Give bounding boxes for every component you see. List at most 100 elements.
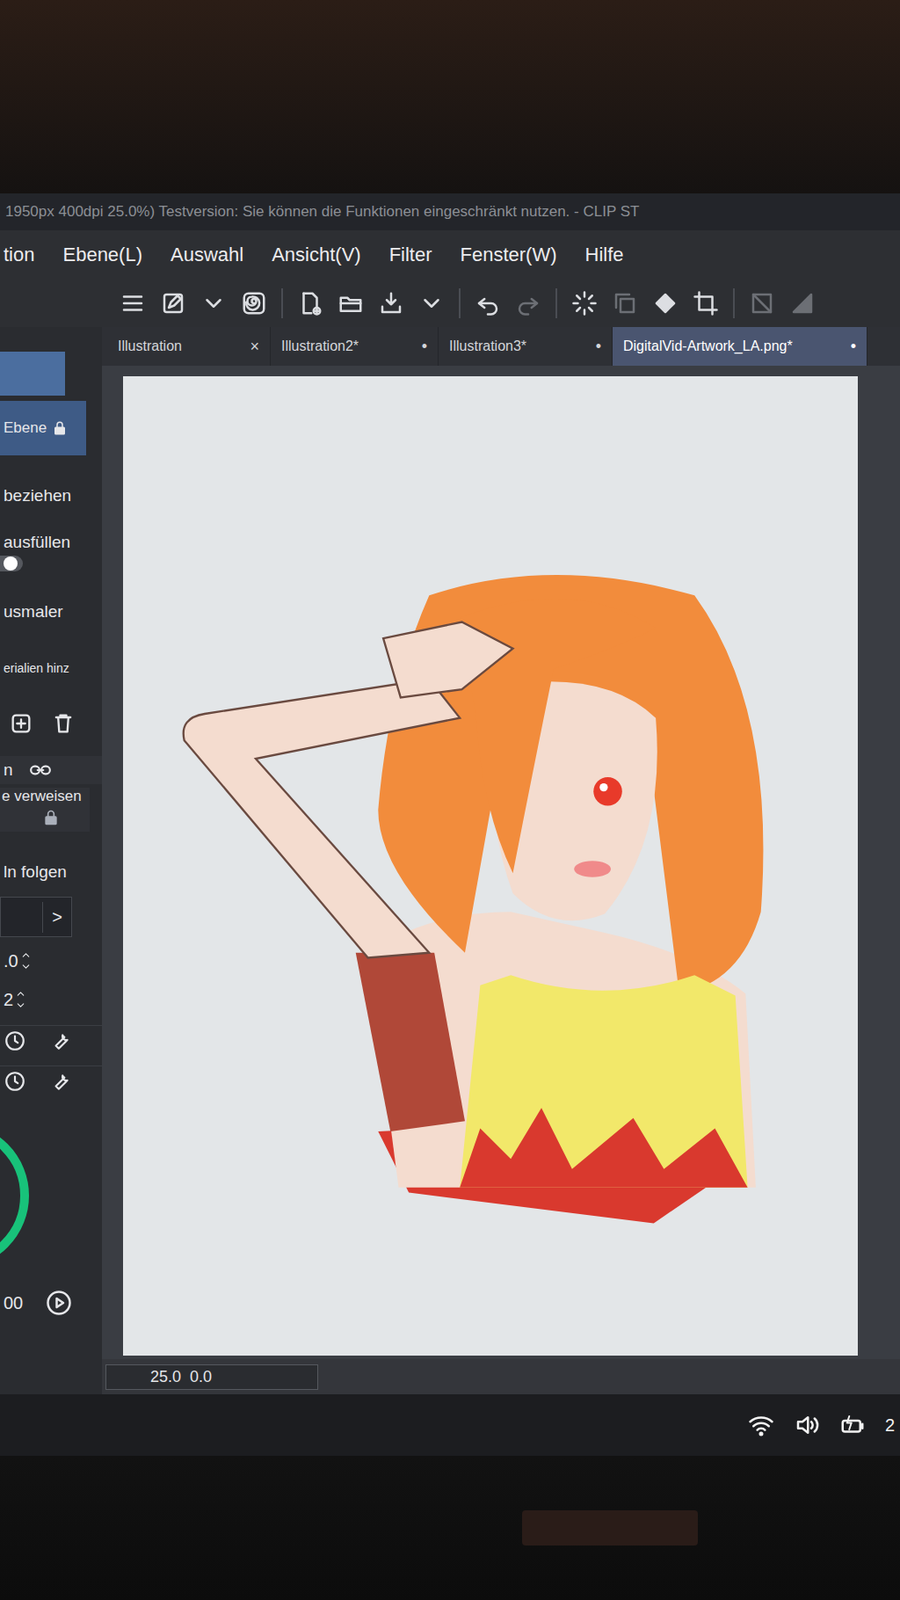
property-row[interactable]: erialien hinz bbox=[0, 652, 102, 684]
row-label: usmaler bbox=[3, 602, 64, 622]
triangle-icon[interactable] bbox=[789, 290, 816, 317]
add-icon[interactable] bbox=[8, 711, 34, 736]
zoom-box[interactable]: 25.0 0.0 bbox=[105, 1364, 319, 1390]
tab-close-button[interactable]: • bbox=[421, 337, 428, 356]
menu-item[interactable]: tion bbox=[3, 243, 35, 267]
clock-icon[interactable] bbox=[3, 1069, 27, 1093]
row-label: erialien hinz bbox=[3, 660, 70, 675]
play-icon[interactable] bbox=[45, 1289, 73, 1316]
undo-icon[interactable] bbox=[474, 290, 501, 317]
chevron-down-icon[interactable] bbox=[200, 290, 227, 317]
row-label: ausfüllen bbox=[3, 532, 102, 552]
title-bar: 1950px 400dpi 25.0%) Testversion: Sie kö… bbox=[0, 193, 900, 231]
menu-item[interactable]: Hilfe bbox=[585, 243, 625, 267]
lock-icon bbox=[42, 808, 60, 827]
row-label: 00 bbox=[3, 1292, 23, 1314]
copy-icon[interactable] bbox=[611, 290, 639, 317]
menu-item[interactable]: Fenster(W) bbox=[460, 243, 558, 267]
loading-icon[interactable] bbox=[571, 290, 598, 317]
trash-icon[interactable] bbox=[50, 711, 76, 736]
property-row[interactable]: ln folgen bbox=[0, 854, 102, 890]
tool-property-panel: Ebene beziehen ausfüllen usmaler erialien hi… bbox=[0, 326, 102, 1394]
menu-bar: tion Ebene(L) Auswahl Ansicht(V) Filter Fenst… bbox=[0, 230, 900, 280]
spinner-value: .0 bbox=[3, 950, 19, 972]
window-title: 1950px 400dpi 25.0%) Testversion: Sie kö… bbox=[5, 203, 639, 221]
chevron-down-icon[interactable] bbox=[20, 960, 32, 973]
link-icon[interactable] bbox=[29, 758, 52, 782]
toggle-knob bbox=[3, 556, 18, 571]
tab-label: Illustration bbox=[117, 338, 182, 355]
swirl-icon[interactable] bbox=[240, 290, 268, 317]
battery-icon[interactable] bbox=[839, 1411, 866, 1438]
status-bar: 25.0 0.0 bbox=[101, 1358, 900, 1394]
menu-item[interactable]: Ebene(L) bbox=[62, 243, 143, 267]
canvas-paper[interactable] bbox=[123, 376, 858, 1356]
chevron-down-icon[interactable] bbox=[14, 999, 27, 1011]
reflection bbox=[522, 1509, 698, 1546]
redo-icon[interactable] bbox=[515, 290, 542, 317]
menu-item[interactable]: Auswahl bbox=[170, 243, 244, 267]
toolbar-separator bbox=[555, 288, 558, 319]
wrench-icon[interactable] bbox=[49, 1069, 73, 1093]
material-buttons bbox=[0, 706, 102, 741]
canvas-area[interactable] bbox=[101, 365, 900, 1359]
clock-icon[interactable] bbox=[3, 1029, 27, 1053]
property-row[interactable]: beziehen bbox=[0, 478, 102, 514]
reference-row[interactable]: e verweisen bbox=[0, 787, 90, 832]
toolbar-separator bbox=[458, 288, 461, 319]
document-tab[interactable]: DigitalVid-Artwork_LA.png* • bbox=[612, 326, 868, 366]
pen-icon[interactable] bbox=[159, 290, 187, 317]
number-spinner[interactable]: .0 bbox=[0, 945, 102, 976]
tab-close-button[interactable]: • bbox=[850, 337, 857, 356]
wifi-icon[interactable] bbox=[747, 1411, 775, 1438]
spinner-arrows[interactable] bbox=[20, 949, 32, 973]
number-spinner[interactable]: 2 bbox=[0, 984, 102, 1015]
chevron-down-icon[interactable] bbox=[418, 290, 445, 317]
chevron-up-icon[interactable] bbox=[20, 949, 32, 961]
layer-row[interactable]: Ebene bbox=[0, 400, 87, 456]
zoom-value[interactable]: 25.0 bbox=[150, 1367, 182, 1387]
menu-item[interactable]: Ansicht(V) bbox=[271, 243, 361, 267]
property-row[interactable]: usmaler bbox=[0, 594, 102, 630]
spinner-arrows[interactable] bbox=[14, 987, 27, 1011]
open-folder-icon[interactable] bbox=[337, 290, 364, 317]
tab-label: DigitalVid-Artwork_LA.png* bbox=[623, 338, 793, 355]
tab-close-button[interactable]: • bbox=[595, 337, 602, 356]
toolbar-separator bbox=[733, 288, 735, 319]
monitor-bezel-top bbox=[0, 0, 900, 194]
crop-icon[interactable] bbox=[692, 290, 719, 317]
link-row[interactable]: n bbox=[0, 755, 102, 784]
menu-item[interactable]: Filter bbox=[389, 243, 433, 267]
document-tab[interactable]: Illustration3*• bbox=[438, 326, 613, 366]
taskbar: 2 bbox=[0, 1393, 900, 1456]
row-label: Ebene bbox=[3, 419, 47, 437]
toolbar bbox=[0, 279, 900, 327]
toggle-switch[interactable] bbox=[0, 555, 23, 572]
toolbar-separator bbox=[281, 288, 284, 319]
tab-label: Illustration2* bbox=[281, 338, 359, 355]
monitor-bezel-bottom bbox=[0, 1455, 900, 1600]
expand-button[interactable]: > bbox=[42, 901, 72, 933]
volume-icon[interactable] bbox=[793, 1411, 821, 1438]
save-icon[interactable] bbox=[377, 290, 405, 317]
new-file-icon[interactable] bbox=[297, 290, 324, 317]
panel-tools bbox=[0, 1065, 102, 1096]
dropdown-field[interactable]: > bbox=[0, 896, 73, 937]
workspace: Ebene beziehen ausfüllen usmaler erialien hi… bbox=[0, 326, 900, 1394]
tab-bar: Illustration×Illustration2*•Illustration… bbox=[101, 326, 900, 366]
angle-value[interactable]: 0.0 bbox=[189, 1367, 212, 1387]
panel-header-button[interactable] bbox=[0, 351, 66, 396]
color-wheel[interactable] bbox=[0, 1119, 102, 1271]
panel-tools bbox=[0, 1024, 102, 1055]
document-tab[interactable]: Illustration × bbox=[107, 326, 271, 366]
document-tab[interactable]: Illustration2* • bbox=[270, 326, 439, 366]
chevron-up-icon[interactable] bbox=[14, 987, 27, 1000]
spinner-value: 2 bbox=[3, 989, 14, 1010]
toggle-row[interactable]: ausfüllen bbox=[0, 532, 102, 572]
fill-icon[interactable] bbox=[652, 290, 679, 317]
tab-close-button[interactable]: × bbox=[249, 337, 260, 356]
wrench-icon[interactable] bbox=[49, 1029, 73, 1053]
deselect-icon[interactable] bbox=[748, 290, 776, 317]
row-label: e verweisen bbox=[1, 787, 82, 806]
menu-icon[interactable] bbox=[119, 290, 146, 317]
